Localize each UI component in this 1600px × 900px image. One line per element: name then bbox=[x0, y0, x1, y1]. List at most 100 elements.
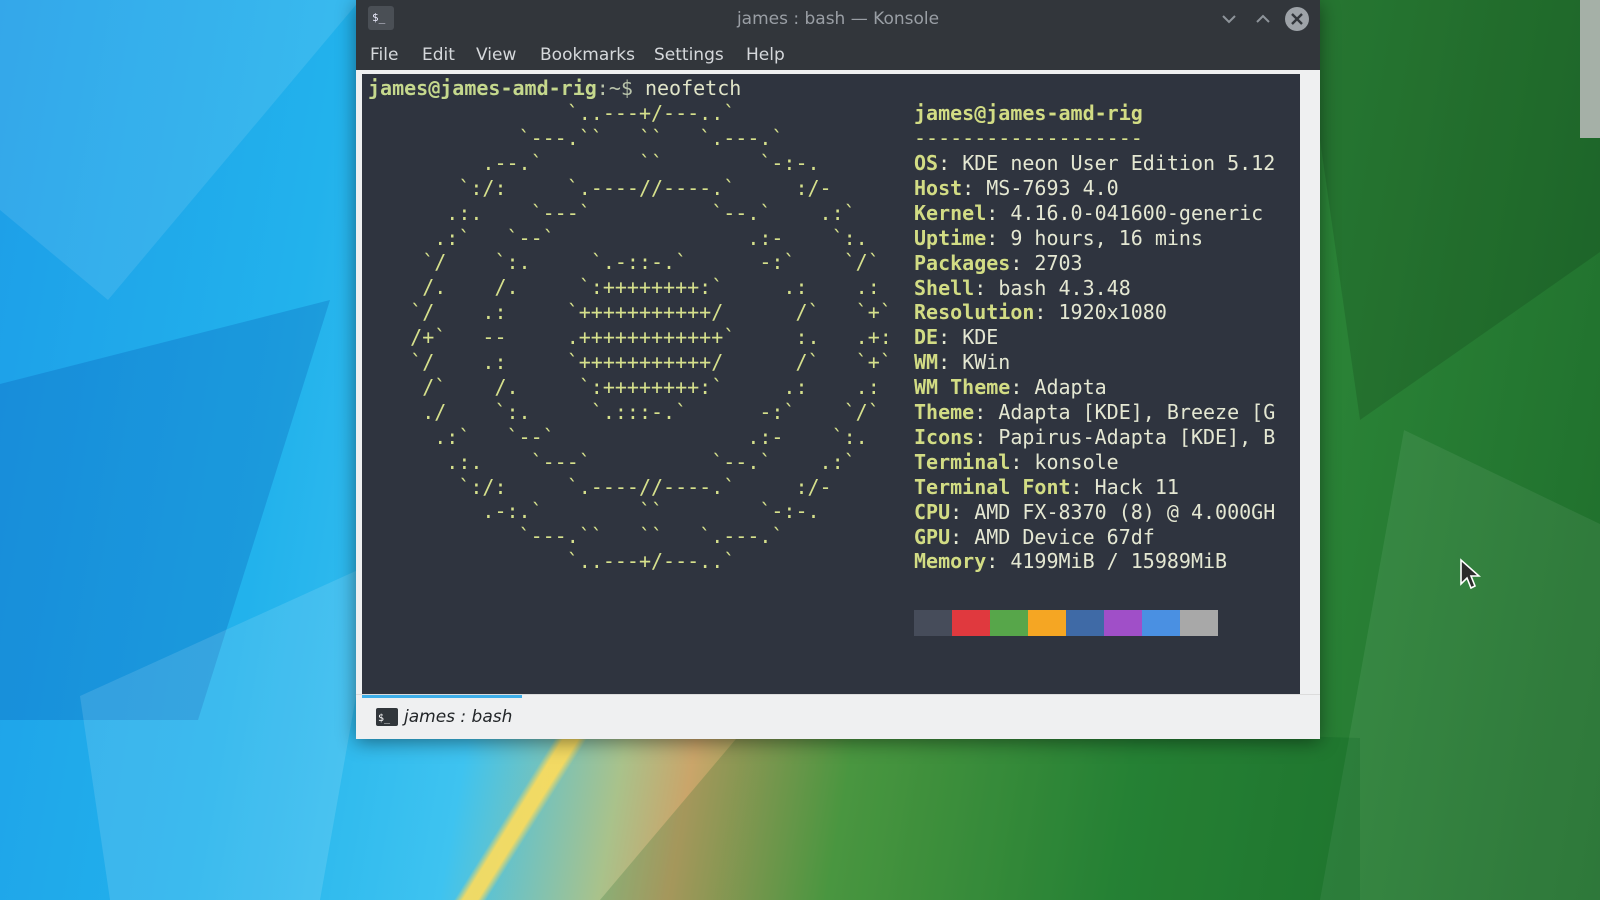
tab-james-bash[interactable]: $_ james : bash bbox=[362, 695, 522, 742]
desktop-scrollbar-thumb[interactable] bbox=[1580, 0, 1600, 138]
minimize-icon[interactable] bbox=[1218, 8, 1240, 30]
command-line: james@james-amd-rig:~$ neofetch bbox=[368, 76, 741, 101]
info-separator: ------------------- bbox=[914, 126, 1143, 150]
info-key: DE bbox=[914, 325, 939, 350]
logo-line: .:` `--` .:- `:. bbox=[362, 225, 868, 250]
wallpaper-facet bbox=[0, 0, 360, 300]
info-line: Theme: Adapta [KDE], Breeze [G bbox=[914, 400, 1276, 424]
close-icon[interactable] bbox=[1284, 6, 1310, 32]
info-value: Adapta [KDE], Breeze [G bbox=[998, 400, 1276, 424]
logo-line: .:` `--` .:- `:. bbox=[362, 424, 868, 449]
color-block bbox=[1104, 610, 1142, 636]
logo-line: .-:.` `` `-:-. bbox=[362, 499, 820, 524]
info-value: KDE neon User Edition 5.12 bbox=[962, 151, 1276, 175]
color-block bbox=[1066, 610, 1104, 636]
logo-line: /` /. `:++++++++:` .: .: bbox=[362, 374, 880, 399]
tab-bar: $_ james : bash bbox=[356, 694, 1320, 739]
logo-line: `:/: `.----//----.` :/- bbox=[362, 474, 832, 499]
logo-line: .:. `---` `--.` .:` bbox=[362, 200, 856, 225]
info-value: Hack 11 bbox=[1094, 474, 1179, 499]
menu-settings[interactable]: Settings bbox=[654, 45, 724, 65]
logo-line: .:. `---` `--.` .:` bbox=[362, 449, 856, 474]
wallpaper-facet bbox=[1320, 430, 1600, 900]
info-line: Packages: 2703 bbox=[914, 250, 1083, 275]
info-line: CPU: AMD FX-8370 (8) @ 4.000GH bbox=[914, 499, 1276, 524]
info-value: KWin bbox=[962, 350, 1011, 375]
logo-line: `/ .: `+++++++++++/ /` `+` bbox=[362, 300, 892, 325]
logo-line: /+` -- .++++++++++++` :. .+: bbox=[362, 325, 892, 350]
info-value: AMD FX-8370 (8) @ 4.000GH bbox=[974, 499, 1276, 524]
mouse-cursor-icon bbox=[1460, 558, 1481, 590]
logo-line: `---.`` `` `.---.` bbox=[362, 524, 784, 549]
info-line: Uptime: 9 hours, 16 mins bbox=[914, 225, 1203, 250]
logo-line: `..---+/---..` bbox=[362, 101, 736, 125]
prompt-user: james@james-amd-rig bbox=[368, 76, 597, 100]
info-value: AMD Device 67df bbox=[974, 524, 1155, 549]
tab-label: james : bash bbox=[404, 707, 513, 727]
menu-bookmarks[interactable]: Bookmarks bbox=[540, 45, 635, 65]
info-line: Memory: 4199MiB / 15989MiB bbox=[914, 549, 1228, 574]
info-key: CPU bbox=[914, 499, 951, 524]
info-line: Kernel: 4.16.0-041600-generic bbox=[914, 200, 1264, 225]
menu-edit[interactable]: Edit bbox=[422, 45, 455, 65]
wallpaper-facet bbox=[80, 560, 380, 900]
info-key: Kernel bbox=[914, 200, 987, 225]
info-value: 9 hours, 16 mins bbox=[1010, 225, 1203, 250]
info-line: DE: KDE bbox=[914, 325, 999, 350]
info-header: james@james-amd-rig bbox=[914, 101, 1143, 125]
info-line: GPU: AMD Device 67df bbox=[914, 524, 1155, 549]
command-text: neofetch bbox=[644, 76, 742, 100]
info-key: WM bbox=[914, 350, 939, 375]
color-block bbox=[1142, 610, 1180, 636]
title-bar[interactable]: $_ james : bash — Konsole bbox=[356, 0, 1320, 38]
wallpaper-facet bbox=[600, 720, 1360, 900]
logo-line: `/ .: `+++++++++++/ /` `+` bbox=[362, 350, 892, 374]
info-key: Memory bbox=[914, 549, 987, 574]
color-block bbox=[990, 610, 1028, 636]
logo-line: `:/: `.----//----.` :/- bbox=[362, 175, 832, 200]
menu-file[interactable]: File bbox=[370, 45, 398, 65]
info-line: Terminal Font: Hack 11 bbox=[914, 474, 1179, 499]
color-block bbox=[1028, 610, 1066, 636]
window-title: james : bash — Konsole bbox=[736, 9, 940, 29]
info-value: 1920x1080 bbox=[1058, 300, 1167, 325]
info-line: WM: KWin bbox=[914, 350, 1011, 375]
info-line: Terminal: konsole bbox=[914, 449, 1119, 474]
menu-help[interactable]: Help bbox=[746, 45, 785, 65]
info-key: Host bbox=[914, 175, 963, 200]
logo-line: .--.` `` `-:-. bbox=[362, 150, 820, 175]
color-block bbox=[952, 610, 990, 636]
info-value: 4199MiB / 15989MiB bbox=[1010, 549, 1228, 574]
info-key: OS bbox=[914, 151, 939, 175]
info-key: Resolution bbox=[914, 300, 1035, 325]
info-value: 4.16.0-041600-generic bbox=[1010, 200, 1264, 225]
info-key: GPU bbox=[914, 524, 951, 549]
logo-line: `..---+/---..` bbox=[362, 549, 736, 574]
menu-view[interactable]: View bbox=[476, 45, 516, 65]
info-value: 2703 bbox=[1034, 250, 1083, 275]
info-line: WM Theme: Adapta bbox=[914, 375, 1107, 400]
info-key: Icons bbox=[914, 424, 975, 449]
logo-line: ./ `:. `.:::-.` -:` `/` bbox=[362, 399, 880, 424]
info-line: Icons: Papirus-Adapta [KDE], B bbox=[914, 424, 1276, 449]
logo-line: /. /. `:++++++++:` .: .: bbox=[362, 275, 880, 300]
terminal-output[interactable]: james@james-amd-rig:~$ neofetch `..---+/… bbox=[362, 74, 1300, 694]
svg-text:$_: $_ bbox=[378, 713, 391, 724]
info-line: OS: KDE neon User Edition 5.12 bbox=[914, 151, 1276, 175]
color-block bbox=[1180, 610, 1218, 636]
info-value: Adapta bbox=[1034, 375, 1107, 400]
info-value: MS-7693 4.0 bbox=[986, 175, 1119, 200]
info-value: bash 4.3.48 bbox=[998, 275, 1131, 300]
logo-line: `/ `:. `.-::-.` -:` `/` bbox=[362, 250, 880, 275]
info-key: Packages bbox=[914, 250, 1011, 275]
wallpaper-facet bbox=[1300, 0, 1600, 420]
color-block bbox=[914, 610, 952, 636]
info-line: Resolution: 1920x1080 bbox=[914, 300, 1167, 325]
info-line: Host: MS-7693 4.0 bbox=[914, 175, 1119, 200]
info-key: Uptime bbox=[914, 225, 987, 250]
menu-bar: File Edit View Bookmarks Settings Help bbox=[356, 38, 1320, 70]
info-key: Terminal Font bbox=[914, 474, 1071, 499]
info-value: Papirus-Adapta [KDE], B bbox=[998, 424, 1276, 449]
maximize-icon[interactable] bbox=[1252, 8, 1274, 30]
prompt-path: :~$ bbox=[596, 76, 633, 100]
